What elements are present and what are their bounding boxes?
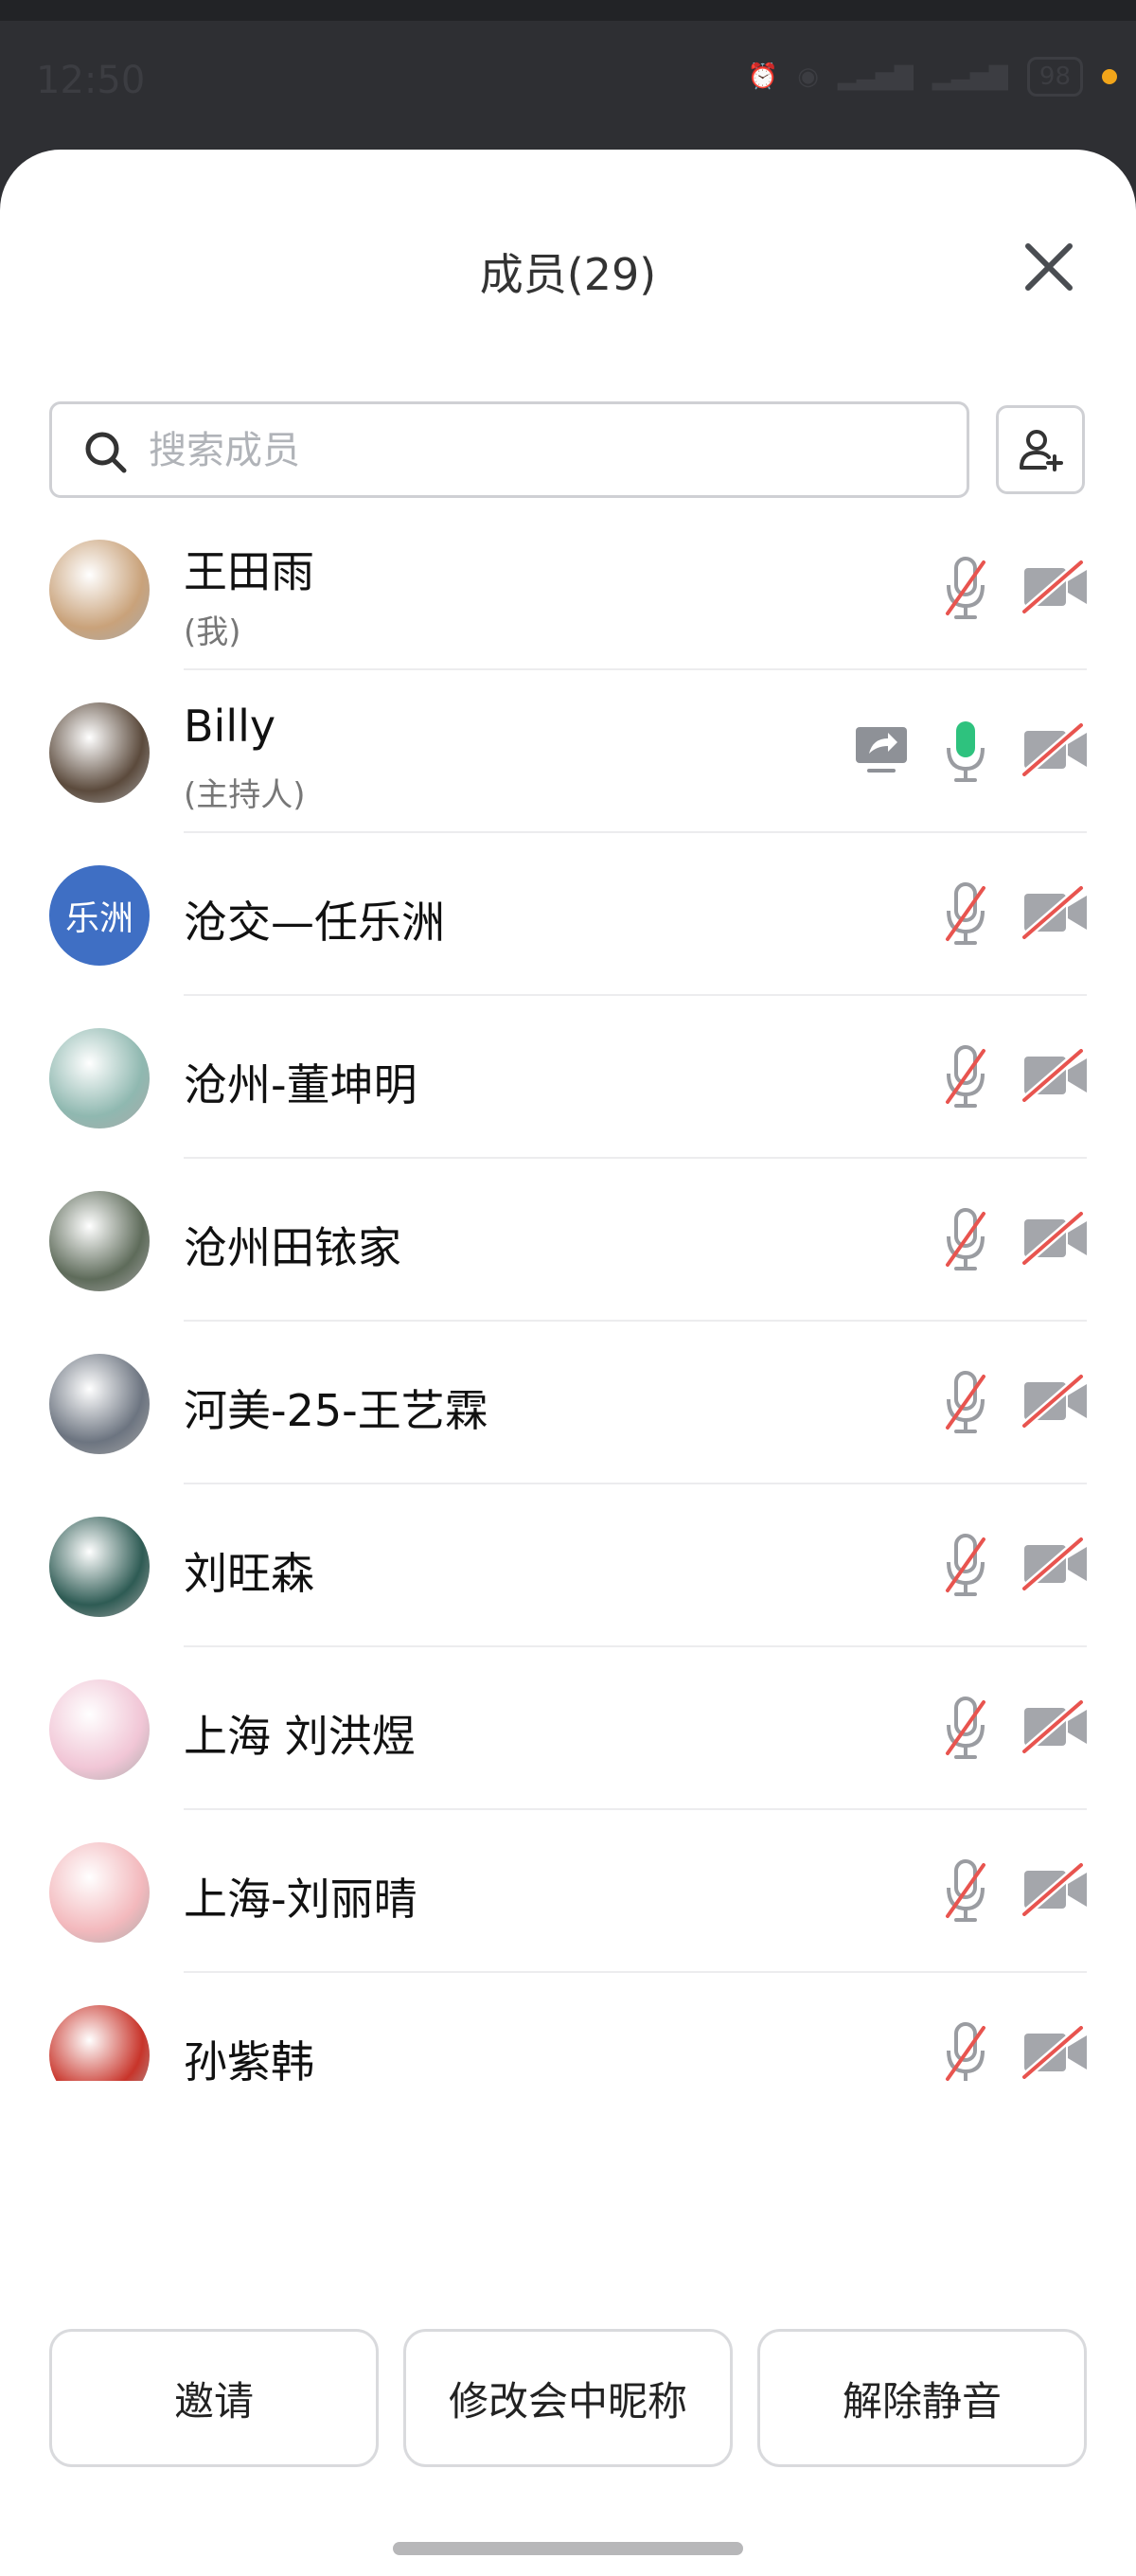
avatar (49, 2005, 150, 2081)
member-name: 上海 刘洪煜 (184, 1711, 416, 1762)
sheet-title: 成员(29) (479, 249, 657, 300)
mic-on-icon[interactable] (942, 718, 989, 786)
member-name: 沧州田铱家 (184, 1222, 401, 1273)
signal-icon-2: ▂▃▅▇ (932, 62, 1008, 91)
member-row[interactable]: 上海 刘洪煜 (0, 1647, 1136, 1810)
member-name: Billy (184, 701, 276, 752)
search-input[interactable] (147, 421, 946, 480)
search-box[interactable] (49, 401, 969, 498)
notification-dot (1102, 69, 1117, 84)
close-icon[interactable] (1022, 240, 1075, 293)
members-sheet: 成员(29) 王田雨 (我) Billy (主持人) 乐洲沧交—任乐洲 (0, 150, 1136, 2576)
mic-muted-icon[interactable] (942, 1857, 989, 1926)
alarm-icon: ⏰ (747, 62, 779, 91)
avatar (49, 702, 150, 803)
mic-muted-icon[interactable] (942, 880, 989, 949)
status-time: 12:50 (36, 59, 146, 102)
search-icon (85, 432, 127, 473)
avatar (49, 540, 150, 640)
mic-muted-icon[interactable] (942, 1369, 989, 1437)
mic-muted-icon[interactable] (942, 1206, 989, 1274)
member-row[interactable]: 上海-刘丽晴 (0, 1810, 1136, 1973)
camera-off-icon[interactable] (1021, 1698, 1089, 1755)
member-name: 刘旺森 (184, 1548, 314, 1599)
signal-icon: ▂▃▅▇ (837, 62, 914, 91)
camera-off-icon[interactable] (1021, 1047, 1089, 1104)
status-top-strip (0, 0, 1136, 21)
status-icons: ⏰ ◉ ▂▃▅▇ ▂▃▅▇ 98 (748, 57, 1117, 97)
unmute-button[interactable]: 解除静音 (757, 2329, 1087, 2467)
mic-muted-icon[interactable] (942, 1532, 989, 1600)
mic-muted-icon[interactable] (942, 1043, 989, 1111)
member-name: 上海-刘丽晴 (184, 1874, 417, 1925)
battery-level: 98 (1026, 57, 1083, 97)
rename-button[interactable]: 修改会中昵称 (403, 2329, 733, 2467)
avatar (49, 1028, 150, 1128)
camera-off-icon[interactable] (1021, 1861, 1089, 1918)
add-member-button[interactable] (996, 405, 1085, 494)
camera-off-icon[interactable] (1021, 559, 1089, 615)
status-bar: 12:50 ⏰ ◉ ▂▃▅▇ ▂▃▅▇ 98 (0, 0, 1136, 151)
member-row[interactable]: 王田雨 (我) (0, 507, 1136, 670)
mic-muted-icon[interactable] (942, 1695, 989, 1763)
member-role: (主持人) (184, 776, 306, 814)
member-name: 孙紫韩 (184, 2036, 314, 2081)
member-name: 河美-25-王艺霖 (184, 1385, 488, 1436)
avatar (49, 1191, 150, 1291)
screen-share-icon (854, 721, 909, 776)
avatar (49, 1679, 150, 1780)
invite-button[interactable]: 邀请 (49, 2329, 379, 2467)
member-row[interactable]: 河美-25-王艺霖 (0, 1322, 1136, 1484)
camera-off-icon[interactable] (1021, 1210, 1089, 1267)
mic-muted-icon[interactable] (942, 2020, 989, 2081)
camera-off-icon[interactable] (1021, 884, 1089, 941)
member-name: 王田雨 (184, 546, 314, 597)
camera-off-icon[interactable] (1021, 1373, 1089, 1430)
camera-off-icon[interactable] (1021, 2024, 1089, 2081)
action-bar: 邀请 修改会中昵称 解除静音 (0, 2329, 1136, 2467)
add-user-icon (1020, 430, 1063, 471)
member-row[interactable]: Billy (主持人) (0, 670, 1136, 833)
member-name: 沧州-董坤明 (184, 1059, 417, 1110)
mic-muted-icon[interactable] (942, 555, 989, 623)
member-role: (我) (184, 613, 241, 651)
avatar (49, 1354, 150, 1454)
member-name: 沧交—任乐洲 (184, 897, 445, 948)
avatar (49, 1517, 150, 1617)
avatar (49, 1842, 150, 1943)
member-row[interactable]: 沧州-董坤明 (0, 996, 1136, 1159)
hotspot-icon: ◉ (797, 62, 819, 91)
member-row[interactable]: 乐洲 沧交—任乐洲 (0, 833, 1136, 996)
camera-off-icon[interactable] (1021, 721, 1089, 778)
home-indicator[interactable] (393, 2542, 743, 2555)
member-row[interactable]: 孙紫韩 (0, 1973, 1136, 2081)
camera-off-icon[interactable] (1021, 1536, 1089, 1592)
member-row[interactable]: 沧州田铱家 (0, 1159, 1136, 1322)
member-list[interactable]: 王田雨 (我) Billy (主持人) 乐洲 沧交—任乐洲 沧州-董坤明 沧州田铱家 … (0, 507, 1136, 2081)
member-row[interactable]: 刘旺森 (0, 1484, 1136, 1647)
avatar: 乐洲 (49, 865, 150, 966)
